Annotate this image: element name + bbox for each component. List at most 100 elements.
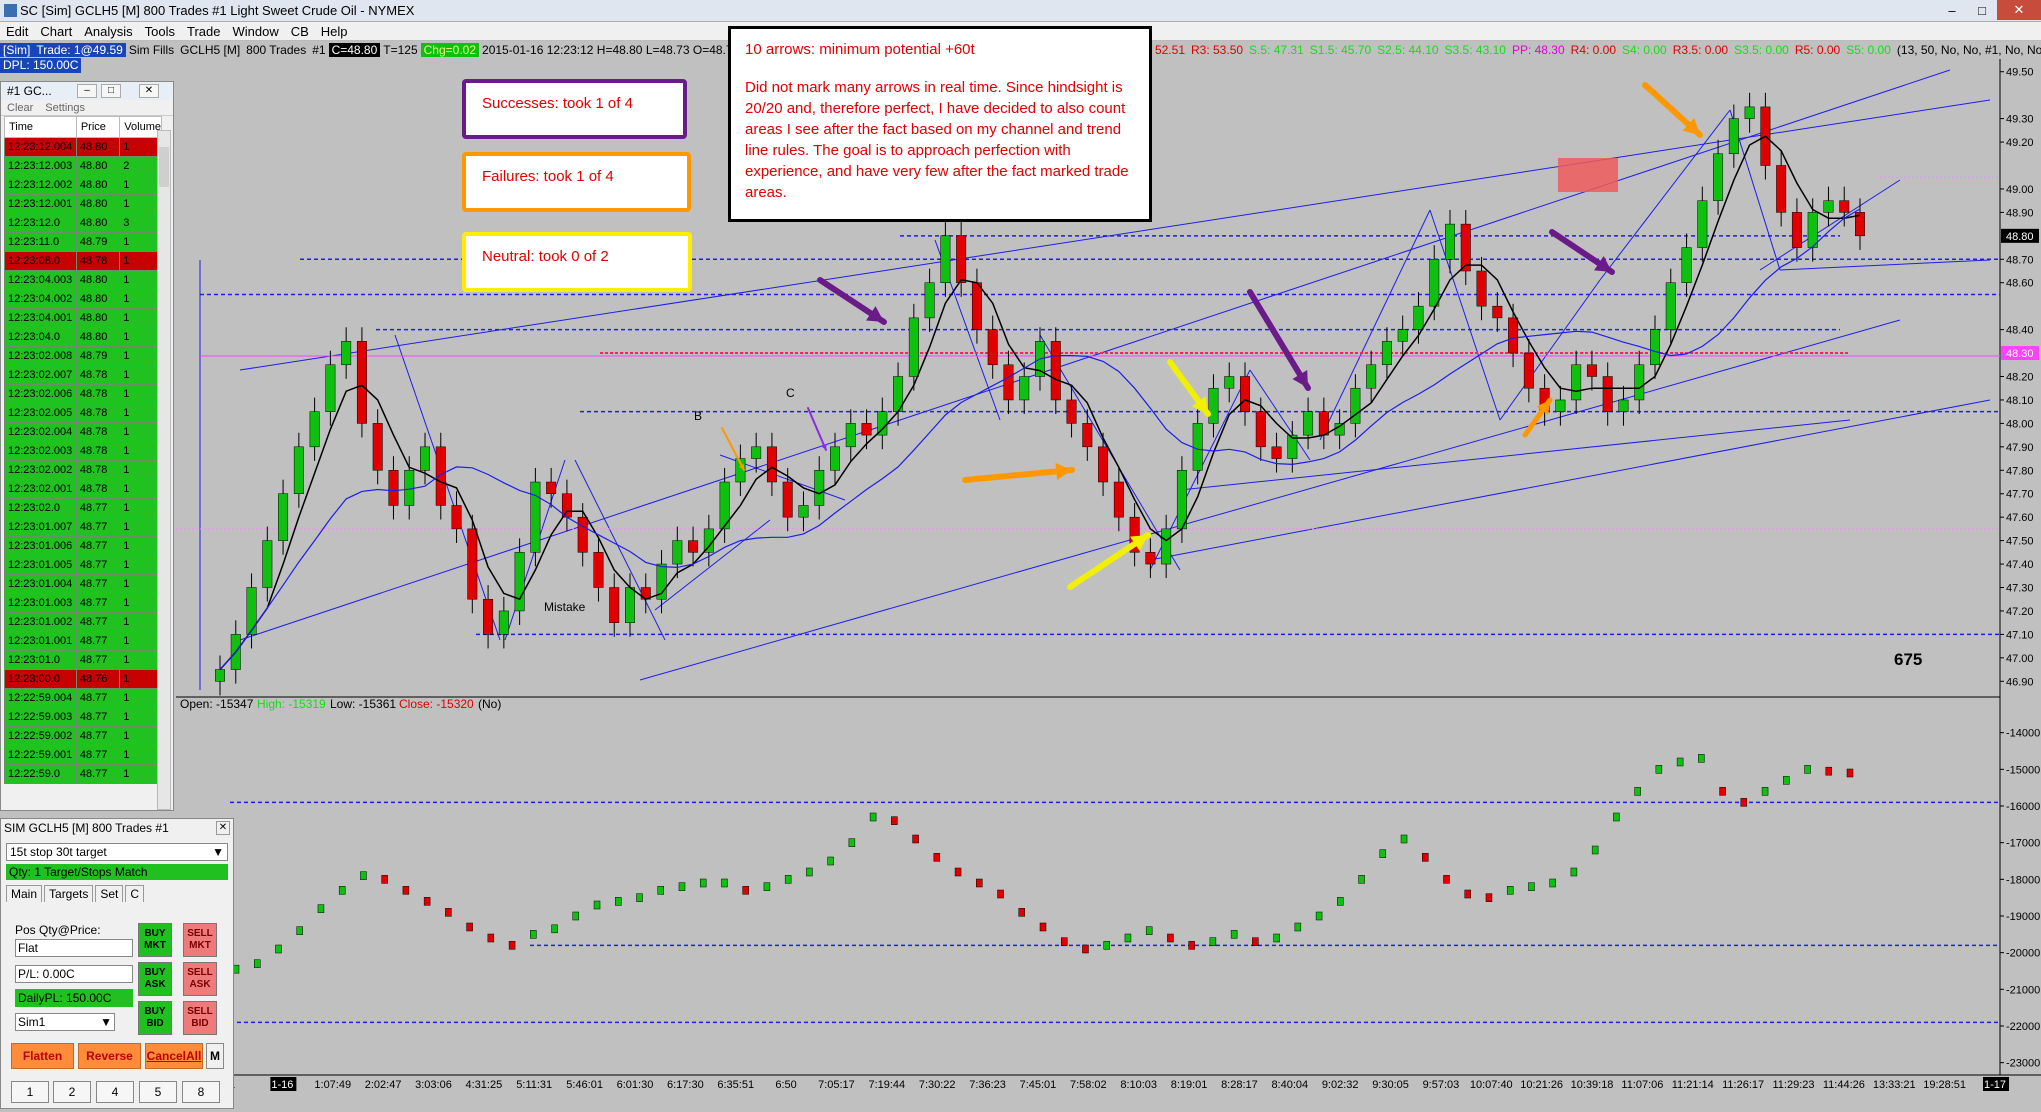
candle-down [609, 587, 620, 623]
menu-edit[interactable]: Edit [0, 24, 34, 39]
indicator-bar [1549, 878, 1556, 888]
sell-bid-button[interactable]: SELL BID [183, 1001, 217, 1035]
candle-up [309, 411, 320, 448]
candle-down [1791, 212, 1802, 248]
account-value: Sim1 [18, 1015, 46, 1029]
cancel-all-button[interactable]: CancelAll [145, 1043, 203, 1069]
time-and-sales-window[interactable]: #1 GC... – □ ✕ Clear Settings Time Price… [0, 81, 174, 811]
tab-c[interactable]: C [125, 885, 145, 902]
tas-col-price[interactable]: Price [75, 116, 121, 138]
indicator-bar [848, 838, 856, 847]
menu-cb[interactable]: CB [285, 24, 315, 39]
candle-down [546, 481, 557, 494]
pivot-s15: S1.5: 45.70 [1309, 43, 1372, 57]
tas-cell-volume: 1 [119, 498, 162, 518]
indicator-bar [360, 871, 367, 880]
indicator-bar [869, 812, 877, 822]
qty-button-4[interactable]: 4 [96, 1081, 134, 1103]
tab-targets[interactable]: Targets [44, 885, 94, 902]
buy-ask-button[interactable]: BUY ASK [138, 962, 172, 996]
tas-settings-button[interactable]: Settings [39, 102, 91, 114]
menu-chart[interactable]: Chart [34, 24, 78, 39]
tas-row: 12:23:08.0 48.78 1 [4, 251, 162, 271]
indicator-bar [1506, 886, 1514, 895]
tas-cell-time: 12:22:59.0 [4, 764, 77, 784]
indicator-bar [1485, 893, 1493, 902]
menu-trade[interactable]: Trade [181, 24, 226, 39]
indicator-bar [1698, 754, 1705, 763]
tas-scroll-thumb[interactable] [159, 147, 169, 187]
qty-button-5[interactable]: 5 [139, 1081, 177, 1103]
candle-up [703, 528, 714, 553]
pivot-r35: R3.5: 0.00 [1672, 43, 1729, 57]
tas-row: 12:23:02.006 48.78 1 [4, 384, 162, 404]
tas-cell-volume: 1 [119, 555, 162, 575]
menu-tools[interactable]: Tools [139, 24, 181, 39]
indicator-axis-label: -20000 [2006, 948, 2040, 960]
time-axis-label: 6:35:51 [717, 1079, 754, 1091]
qty-button-1[interactable]: 1 [11, 1081, 49, 1103]
tas-cell-time: 12:23:01.001 [4, 631, 77, 651]
flatten-button[interactable]: Flatten [11, 1043, 74, 1069]
tas-minimize-icon[interactable]: – [77, 84, 97, 98]
time-axis-label: 7:05:17 [818, 1079, 855, 1091]
tas-clear-button[interactable]: Clear [1, 102, 39, 114]
candle-down [483, 598, 494, 635]
tas-cell-price: 48.79 [75, 232, 121, 252]
candle-up [293, 446, 304, 494]
qty-button-2[interactable]: 2 [53, 1081, 91, 1103]
menu-help[interactable]: Help [315, 24, 354, 39]
tas-col-volume[interactable]: Volume [119, 116, 162, 138]
maximize-icon[interactable]: □ [1967, 0, 1997, 20]
indicator-bar [1464, 889, 1471, 899]
tas-cell-price: 48.80 [75, 327, 121, 347]
pos-field[interactable]: Flat [15, 939, 133, 957]
tas-cell-price: 48.77 [75, 574, 121, 594]
tas-cell-price: 48.80 [75, 308, 121, 328]
candle-down [1050, 341, 1061, 401]
trade-window-close-icon[interactable]: ✕ [216, 821, 230, 835]
subpane-low: Low: -15361 [330, 697, 396, 711]
account-select[interactable]: Sim1 ▼ [15, 1013, 115, 1031]
buy-bid-button[interactable]: BUY BID [138, 1001, 172, 1035]
candle-down [467, 528, 478, 600]
tas-row: 12:23:12.001 48.80 1 [4, 194, 162, 214]
sell-ask-button[interactable]: SELL ASK [183, 962, 217, 996]
candle-down [1460, 223, 1471, 272]
indicator-bar [678, 882, 686, 891]
time-axis-label: 4:31:25 [466, 1079, 503, 1091]
last-trade: Trade: 1@49.59 [33, 43, 126, 57]
close-icon[interactable]: ✕ [1997, 0, 2041, 20]
minimize-icon[interactable]: – [1937, 0, 1967, 20]
candle-up [1224, 376, 1235, 389]
menu-window[interactable]: Window [226, 24, 284, 39]
tas-cell-time: 12:22:59.002 [4, 726, 77, 746]
buy-mkt-button[interactable]: BUY MKT [138, 923, 172, 957]
indicator-bar [1570, 867, 1578, 877]
m-button[interactable]: M [206, 1043, 224, 1069]
reverse-button[interactable]: Reverse [78, 1043, 141, 1069]
tas-col-time[interactable]: Time [4, 116, 77, 138]
indicator-axis-label: -19000 [2006, 911, 2040, 923]
menu-analysis[interactable]: Analysis [78, 24, 138, 39]
sell-mkt-button[interactable]: SELL MKT [183, 923, 217, 957]
tas-close-icon[interactable]: ✕ [139, 84, 159, 98]
tas-cell-volume: 1 [119, 308, 162, 328]
indicator-axis-label: -17000 [2006, 838, 2040, 850]
tas-cell-volume: 1 [119, 517, 162, 537]
indicator-bar [1846, 768, 1854, 778]
trade-window[interactable]: SIM GCLH5 [M] 800 Trades #1 ✕ 15t stop 3… [0, 818, 234, 1109]
qty-button-8[interactable]: 8 [182, 1081, 220, 1103]
time-axis-label: 8:19:01 [1171, 1079, 1208, 1091]
tas-row: 12:23:11.0 48.79 1 [4, 232, 162, 252]
tas-cell-volume: 1 [119, 612, 162, 632]
tab-set[interactable]: Set [95, 885, 124, 902]
tas-cell-volume: 3 [119, 213, 162, 233]
strategy-select[interactable]: 15t stop 30t target ▼ [6, 843, 228, 861]
tas-restore-icon[interactable]: □ [101, 84, 121, 98]
tas-cell-time: 12:23:02.007 [4, 365, 77, 385]
tab-main[interactable]: Main [6, 885, 43, 902]
tas-title: #1 GC... [7, 84, 52, 98]
tas-scrollbar[interactable] [157, 130, 171, 810]
candle-up [1303, 411, 1314, 436]
